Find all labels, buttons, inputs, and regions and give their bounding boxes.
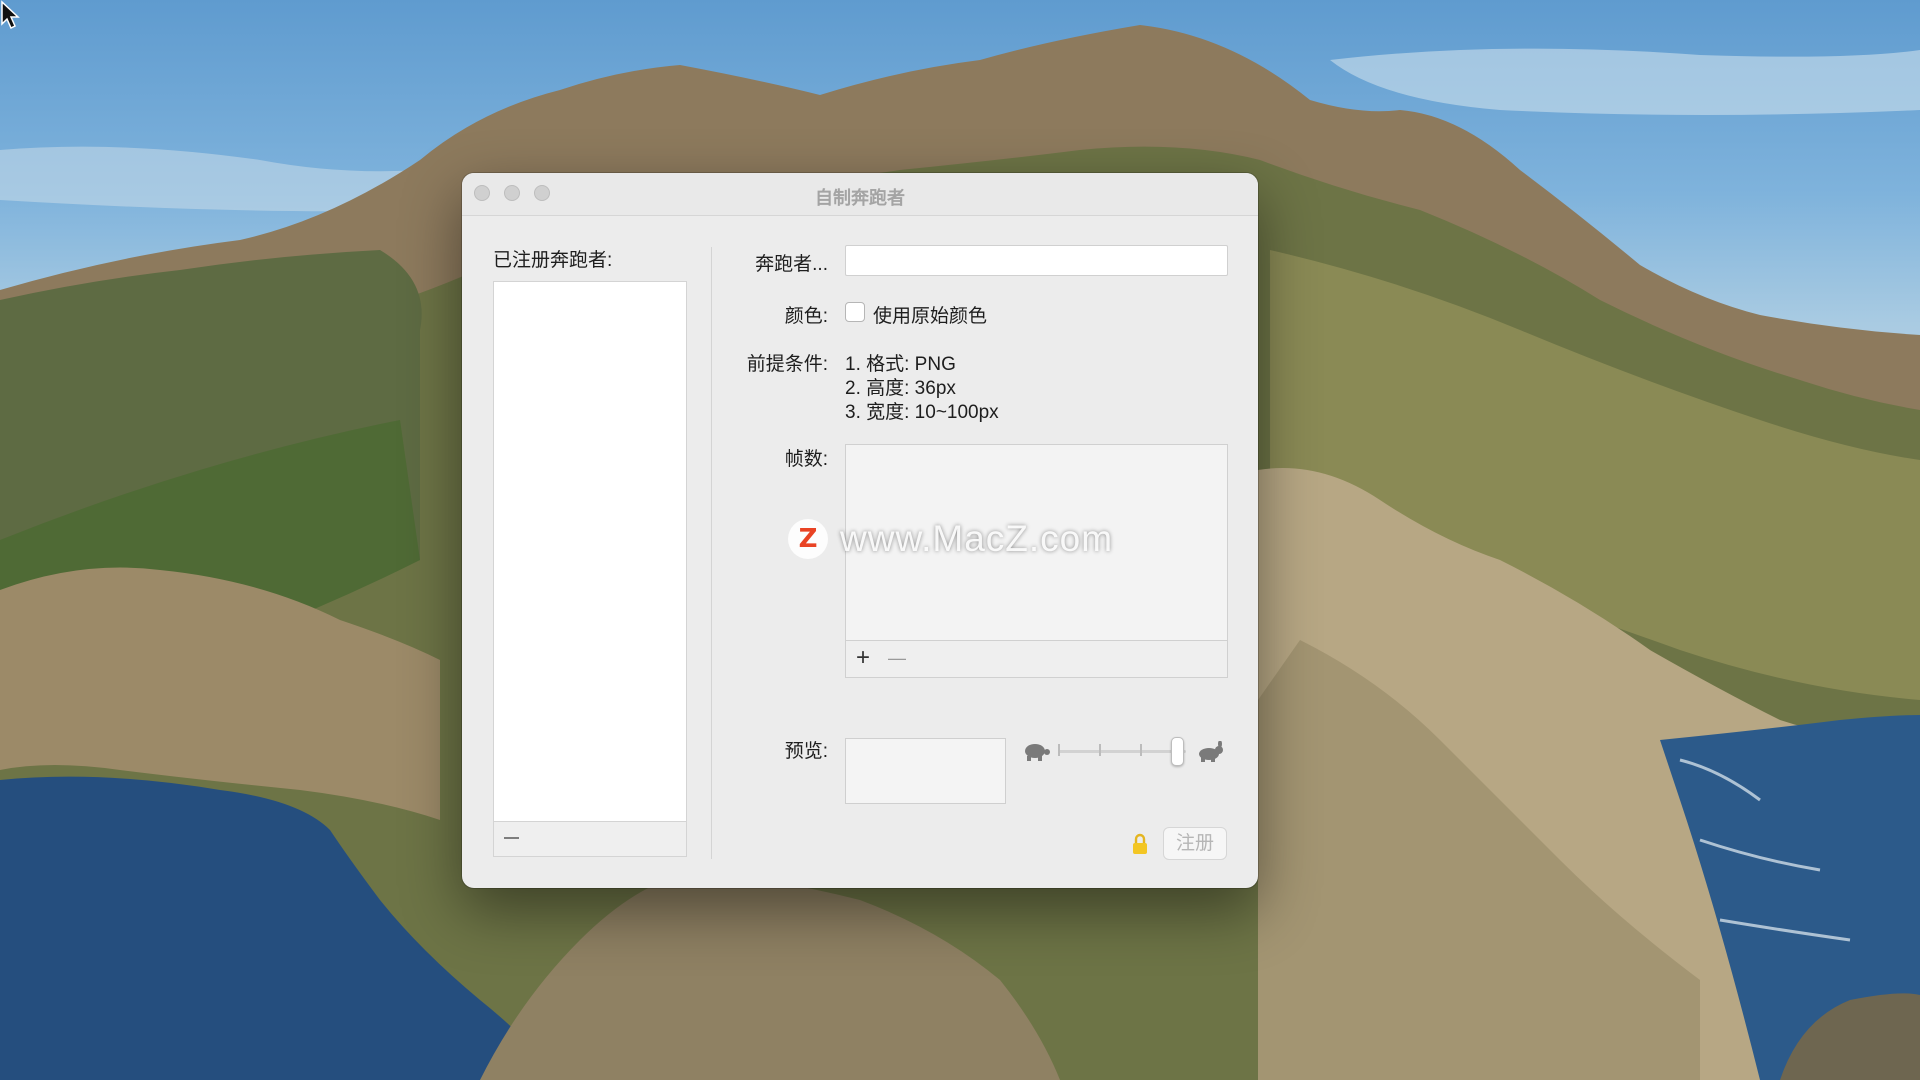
- turtle-icon: [1025, 744, 1050, 761]
- pointer-cursor-icon: [1, 0, 20, 30]
- registered-runners-list[interactable]: [493, 281, 687, 829]
- slider-tick: [1058, 744, 1060, 756]
- watermark-text: www.MacZ.com: [840, 518, 1114, 559]
- list-footer: [493, 821, 687, 857]
- prereq-format: 1. 格式: PNG: [845, 354, 956, 375]
- slider-tick: [1099, 744, 1101, 756]
- prerequisites-label: 前提条件:: [746, 354, 828, 375]
- register-button[interactable]: 注册: [1163, 827, 1227, 860]
- remove-runner-button[interactable]: [504, 837, 519, 839]
- title-bar[interactable]: 自制奔跑者: [462, 173, 1258, 216]
- remove-frame-button[interactable]: —: [880, 641, 914, 677]
- preview-area: [845, 738, 1006, 804]
- lock-icon[interactable]: [1132, 833, 1148, 855]
- use-original-color-label[interactable]: 使用原始颜色: [873, 301, 987, 328]
- window-title: 自制奔跑者: [815, 188, 905, 208]
- add-frame-button[interactable]: +: [846, 641, 880, 677]
- prereq-height: 2. 高度: 36px: [845, 378, 956, 399]
- watermark: Z www.MacZ.com: [788, 518, 1113, 560]
- preview-label: 预览:: [784, 741, 828, 762]
- speed-slider-knob[interactable]: [1171, 737, 1184, 766]
- rabbit-icon: [1199, 741, 1223, 762]
- use-original-color-checkbox[interactable]: [845, 302, 865, 322]
- frames-toolbar: + —: [846, 640, 1227, 677]
- vertical-divider: [711, 247, 712, 859]
- slider-tick: [1140, 744, 1142, 756]
- color-label: 颜色:: [784, 306, 828, 327]
- watermark-logo-icon: Z: [788, 519, 828, 559]
- runner-name-label: 奔跑者...: [755, 254, 828, 275]
- frames-list[interactable]: + —: [845, 444, 1228, 678]
- registered-runners-label: 已注册奔跑者:: [493, 250, 613, 271]
- frames-label: 帧数:: [784, 449, 828, 470]
- runner-name-input[interactable]: [845, 245, 1228, 276]
- speed-slider-track[interactable]: [1058, 750, 1186, 753]
- prereq-width: 3. 宽度: 10~100px: [845, 402, 999, 423]
